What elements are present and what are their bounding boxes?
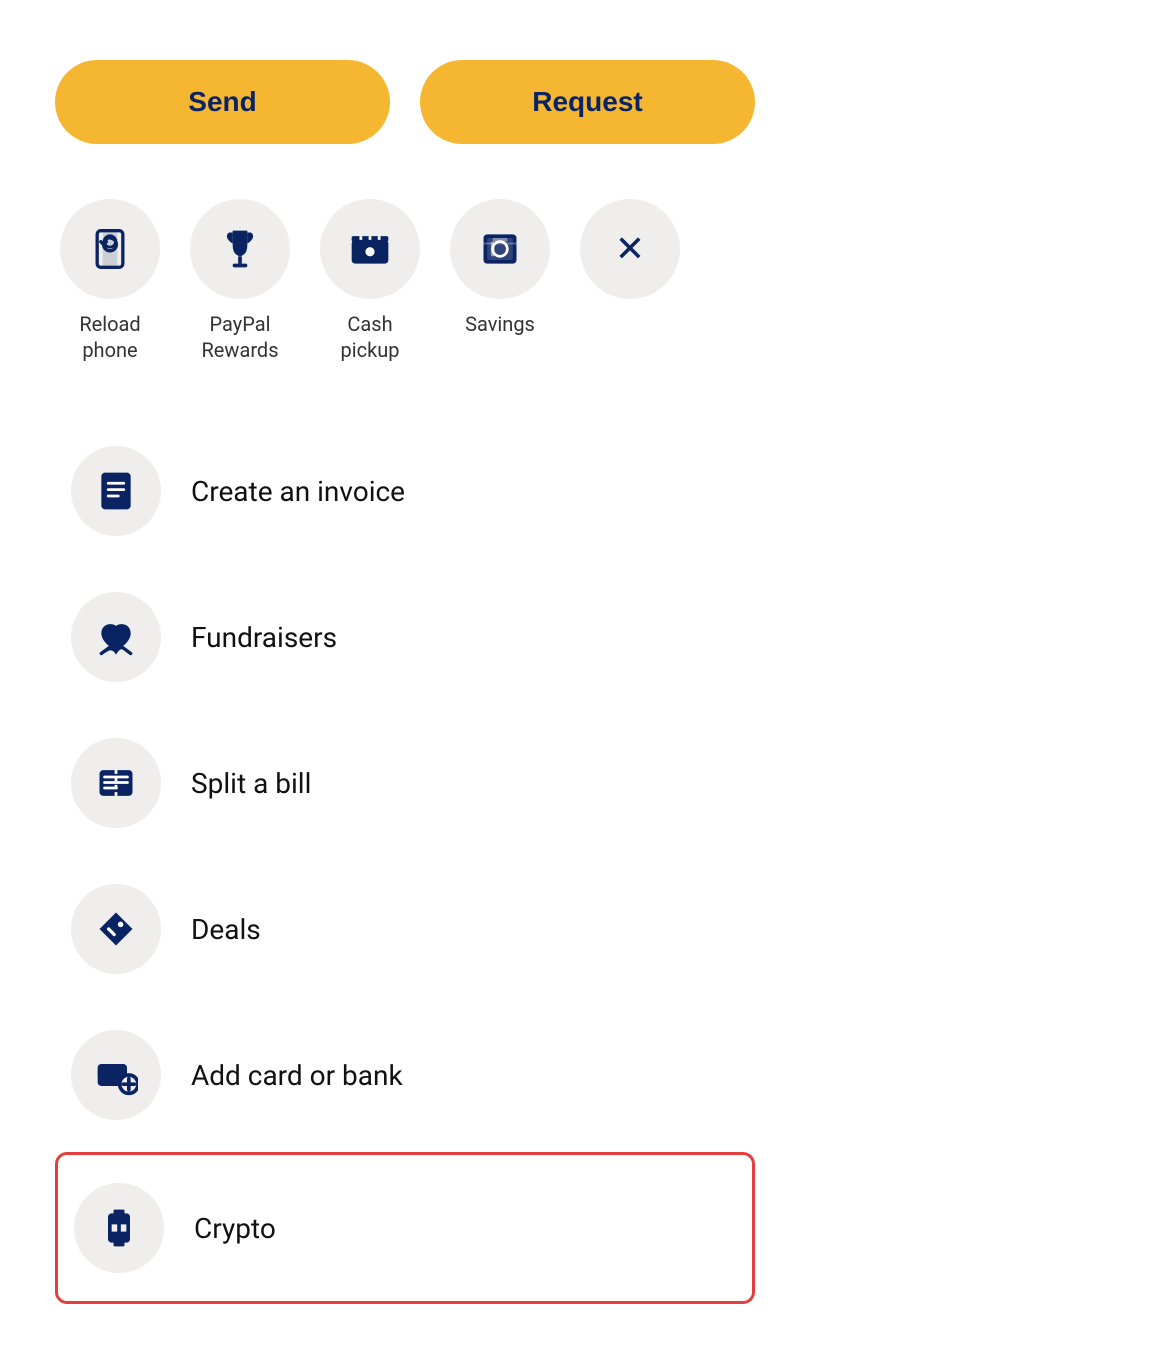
savings-icon-circle xyxy=(450,199,550,299)
quick-actions-row: Reloadphone PayPalRewards xyxy=(55,199,755,363)
savings-label: Savings xyxy=(465,311,535,337)
list-item-deals[interactable]: Deals xyxy=(55,856,755,1002)
fundraisers-icon-circle xyxy=(71,592,161,682)
quick-action-reload-phone[interactable]: Reloadphone xyxy=(55,199,165,363)
paypal-rewards-icon-circle xyxy=(190,199,290,299)
add-card-bank-label: Add card or bank xyxy=(191,1059,403,1092)
reload-phone-icon xyxy=(88,227,132,271)
crypto-label: Crypto xyxy=(194,1212,276,1245)
invoice-icon-circle xyxy=(71,446,161,536)
crypto-icon xyxy=(97,1206,141,1250)
list-item-crypto[interactable]: Crypto xyxy=(55,1152,755,1304)
list-item-create-invoice[interactable]: Create an invoice xyxy=(55,418,755,564)
split-bill-icon-circle xyxy=(71,738,161,828)
cash-pickup-label: Cashpickup xyxy=(341,311,400,363)
send-button[interactable]: Send xyxy=(55,60,390,144)
cash-pickup-icon xyxy=(348,227,392,271)
add-card-icon xyxy=(94,1053,138,1097)
fundraisers-label: Fundraisers xyxy=(191,621,337,654)
split-bill-label: Split a bill xyxy=(191,767,311,800)
reload-phone-label: Reloadphone xyxy=(79,311,140,363)
quick-action-close[interactable]: ✕ xyxy=(575,199,685,299)
paypal-rewards-label: PayPalRewards xyxy=(201,311,278,363)
main-container: Send Request Reloadphone xyxy=(55,60,755,1308)
savings-icon xyxy=(478,227,522,271)
close-icon-circle: ✕ xyxy=(580,199,680,299)
top-buttons: Send Request xyxy=(55,60,755,144)
quick-action-savings[interactable]: Savings xyxy=(445,199,555,337)
quick-action-cash-pickup[interactable]: Cashpickup xyxy=(315,199,425,363)
add-card-icon-circle xyxy=(71,1030,161,1120)
trophy-icon xyxy=(218,227,262,271)
request-button[interactable]: Request xyxy=(420,60,755,144)
reload-phone-icon-circle xyxy=(60,199,160,299)
list-items: Create an invoice Fundraisers xyxy=(55,418,755,1308)
close-icon: ✕ xyxy=(615,228,645,270)
list-item-split-bill[interactable]: Split a bill xyxy=(55,710,755,856)
crypto-icon-circle xyxy=(74,1183,164,1273)
split-bill-icon xyxy=(94,761,138,805)
deals-icon xyxy=(94,907,138,951)
list-item-fundraisers[interactable]: Fundraisers xyxy=(55,564,755,710)
deals-label: Deals xyxy=(191,913,261,946)
list-item-add-card-bank[interactable]: Add card or bank xyxy=(55,1002,755,1148)
create-invoice-label: Create an invoice xyxy=(191,475,405,508)
cash-pickup-icon-circle xyxy=(320,199,420,299)
deals-icon-circle xyxy=(71,884,161,974)
invoice-icon xyxy=(94,469,138,513)
quick-action-paypal-rewards[interactable]: PayPalRewards xyxy=(185,199,295,363)
fundraisers-icon xyxy=(94,615,138,659)
